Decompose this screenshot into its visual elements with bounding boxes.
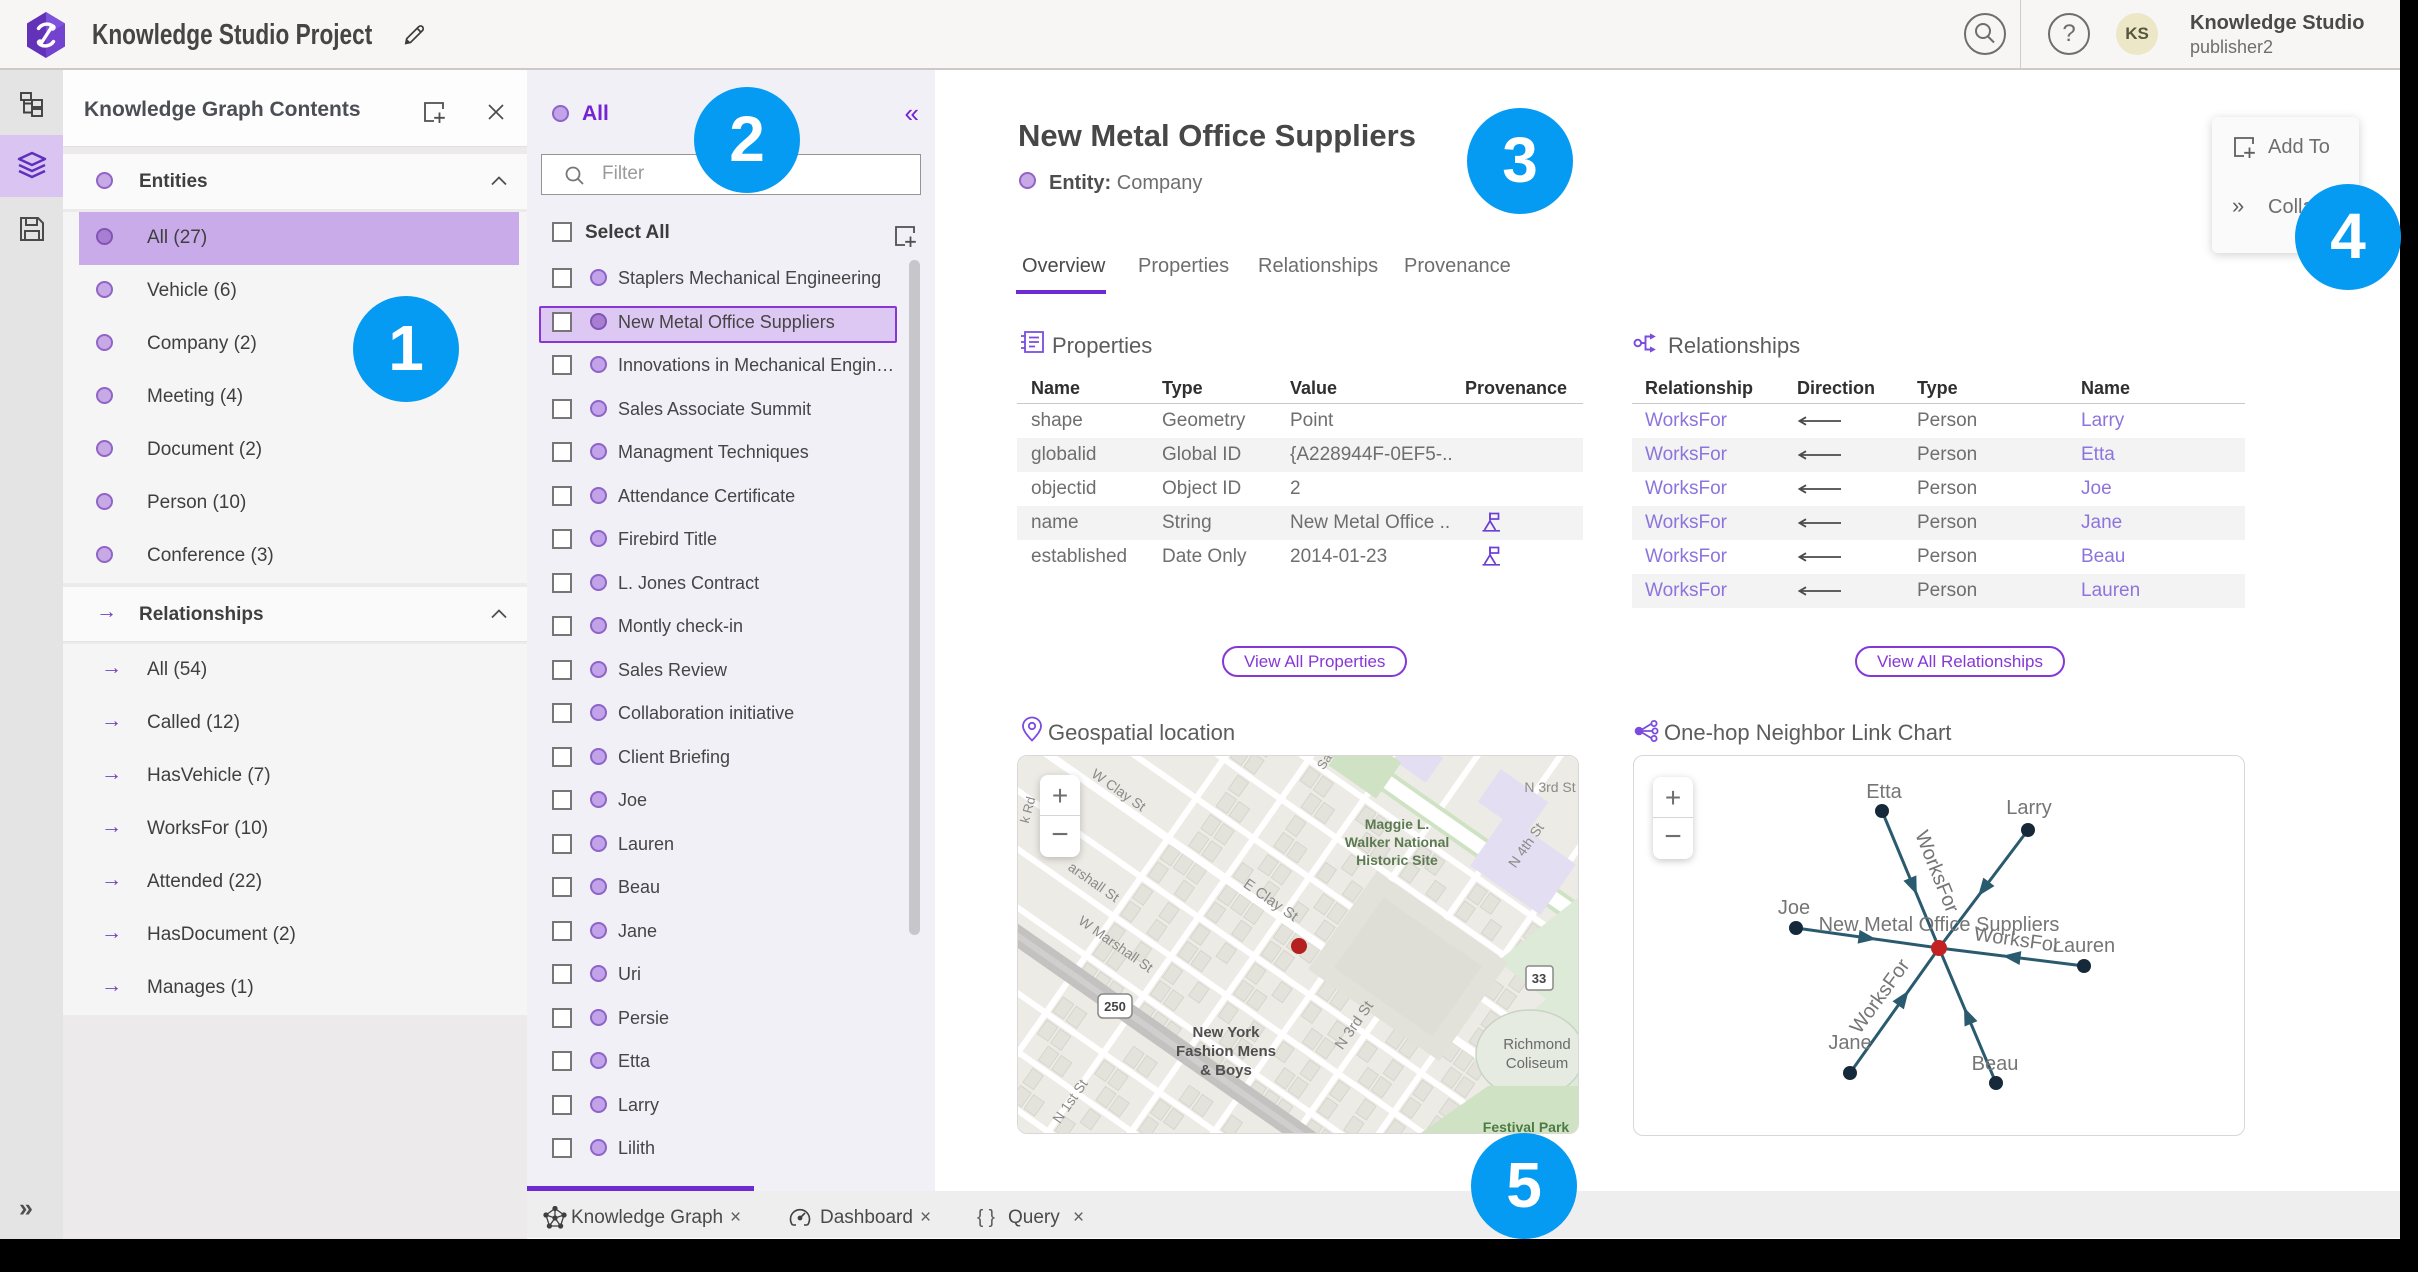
svg-text:Richmond: Richmond [1503,1036,1571,1053]
svg-text:Larry: Larry [2006,797,2052,819]
svg-text:Etta: Etta [1866,781,1902,803]
svg-text:250: 250 [1104,999,1126,1014]
svg-text:Beau: Beau [1972,1053,2019,1075]
svg-text:Fashion Mens: Fashion Mens [1176,1043,1276,1060]
svg-text:Festival Park: Festival Park [1483,1119,1570,1134]
svg-text:Coliseum: Coliseum [1506,1055,1569,1072]
svg-text:Walker National: Walker National [1345,834,1450,850]
svg-text:33: 33 [1532,971,1546,986]
svg-text:Maggie L.: Maggie L. [1365,816,1430,832]
svg-text:N 3rd St: N 3rd St [1524,779,1575,795]
svg-text:Lauren: Lauren [2053,935,2115,957]
svg-text:WorksFor: WorksFor [1910,828,1963,917]
svg-text:Joe: Joe [1778,897,1810,919]
svg-text:Historic Site: Historic Site [1356,852,1438,868]
svg-text:New York: New York [1193,1024,1261,1041]
svg-text:& Boys: & Boys [1200,1062,1252,1079]
